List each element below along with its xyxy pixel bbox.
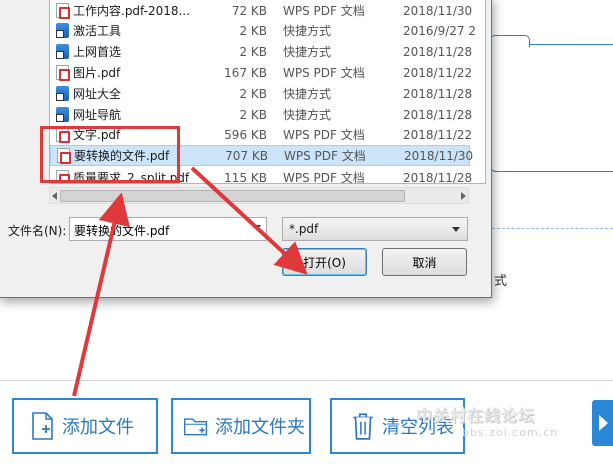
annotation-arrows	[72, 166, 308, 397]
annotation-arrow-to-file	[72, 192, 130, 397]
annotation-arrow-to-open	[190, 166, 308, 275]
screenshot-root: 式 添加文件 添加文件夹 清空列表 中关村在线论坛 bbs.zol.com.cn…	[0, 0, 613, 468]
